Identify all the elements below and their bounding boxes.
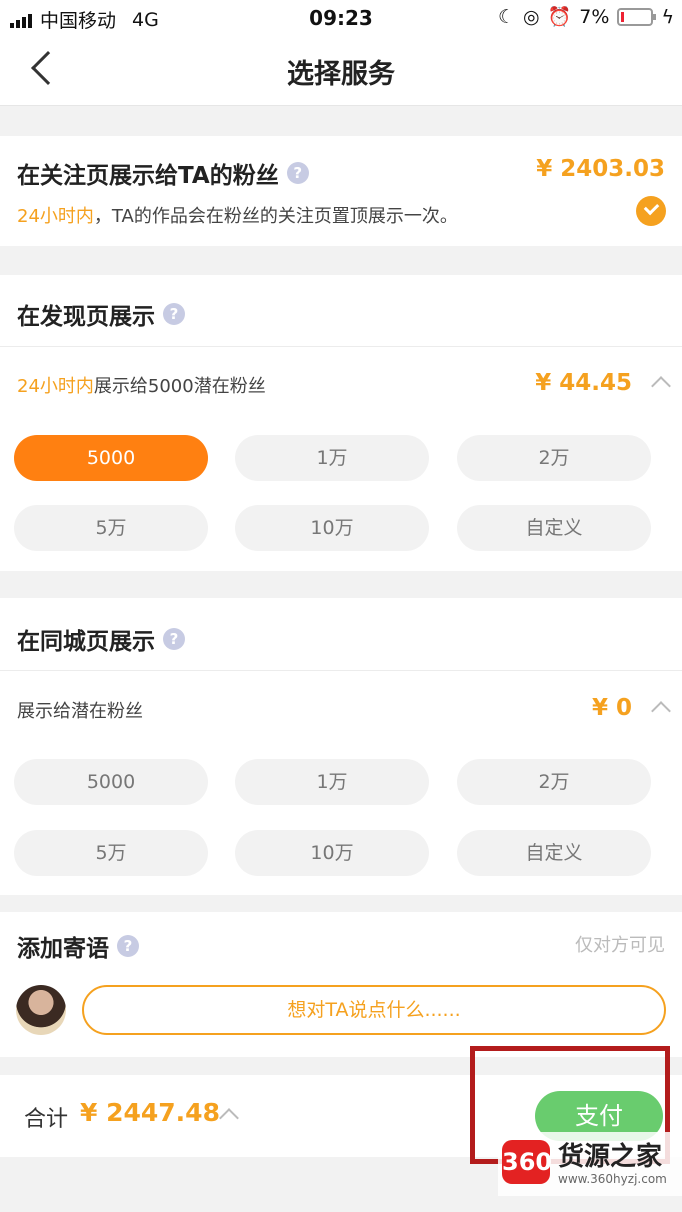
divider — [0, 346, 682, 347]
status-right: ☾ ◎ ⏰ 7% ϟ — [497, 5, 674, 29]
city-section-title: 在同城页展示 ? — [17, 622, 185, 656]
divider — [0, 670, 682, 671]
selected-check-icon[interactable] — [636, 196, 666, 226]
page-title: 选择服务 — [287, 59, 395, 90]
city-title-text: 在同城页展示 — [17, 629, 155, 655]
message-title-text: 添加寄语 — [17, 936, 109, 962]
follow-section[interactable]: 在关注页展示给TA的粉丝 ? ¥ 2403.03 24小时内，TA的作品会在粉丝… — [0, 136, 682, 246]
battery-percent: 7% — [579, 5, 610, 28]
city-option-5w[interactable]: 5万 — [14, 830, 208, 876]
discover-section-title: 在发现页展示 ? — [17, 297, 185, 331]
lock-rotation-icon: ◎ — [523, 5, 540, 28]
discover-option-5w[interactable]: 5万 — [14, 505, 208, 551]
follow-title-text: 在关注页展示给TA的粉丝 — [17, 163, 279, 189]
message-input[interactable]: 想对TA说点什么...... — [82, 985, 666, 1035]
moon-icon: ☾ — [497, 5, 516, 28]
watermark-name: 货源之家 — [558, 1142, 663, 1172]
discover-section: 在发现页展示 ? 24小时内展示给5000潜在粉丝 ¥ 44.45 5000 1… — [0, 275, 682, 571]
help-icon[interactable]: ? — [286, 162, 309, 184]
help-icon[interactable]: ? — [117, 935, 139, 957]
watermark-logo: 360 — [502, 1140, 552, 1184]
watermark-url: www.360hyzj.com — [558, 1172, 667, 1186]
charging-icon: ϟ — [661, 5, 674, 28]
help-icon[interactable]: ? — [163, 303, 185, 325]
city-option-10w[interactable]: 10万 — [235, 830, 429, 876]
city-section: 在同城页展示 ? 展示给潜在粉丝 ¥ 0 5000 1万 2万 5万 10万 自… — [0, 598, 682, 895]
city-price: ¥ 0 — [591, 695, 632, 721]
discover-sub-highlight: 24小时内 — [17, 376, 94, 397]
chevron-up-icon[interactable] — [219, 1108, 239, 1128]
follow-section-title: 在关注页展示给TA的粉丝 ? — [17, 156, 309, 190]
alarm-icon: ⏰ — [547, 6, 572, 28]
follow-desc-highlight: 24小时内 — [17, 206, 94, 227]
discover-subtitle: 24小时内展示给5000潜在粉丝 — [17, 372, 266, 398]
discover-sub-text: 展示给5000潜在粉丝 — [93, 376, 266, 397]
help-icon[interactable]: ? — [163, 628, 185, 650]
message-section-title: 添加寄语 ? — [17, 929, 139, 963]
total-label: 合计 — [24, 1107, 69, 1132]
discover-price: ¥ 44.45 — [535, 370, 632, 396]
follow-description: 24小时内，TA的作品会在粉丝的关注页置顶展示一次。 — [17, 202, 458, 228]
discover-option-2w[interactable]: 2万 — [457, 435, 651, 481]
status-bar: 中国移动 4G 09:23 ☾ ◎ ⏰ 7% ϟ — [0, 0, 682, 34]
discover-option-10w[interactable]: 10万 — [235, 505, 429, 551]
city-option-2w[interactable]: 2万 — [457, 759, 651, 805]
city-subtitle: 展示给潜在粉丝 — [17, 701, 143, 722]
discover-option-5000[interactable]: 5000 — [14, 435, 208, 481]
battery-icon — [617, 7, 657, 26]
watermark: 360 货源之家 www.360hyzj.com — [498, 1132, 682, 1196]
nav-bar: 选择服务 — [0, 34, 682, 106]
avatar — [16, 985, 66, 1035]
city-option-5000[interactable]: 5000 — [14, 759, 208, 805]
follow-desc-text: ，TA的作品会在粉丝的关注页置顶展示一次。 — [93, 206, 458, 227]
discover-title-text: 在发现页展示 — [17, 304, 155, 330]
discover-option-custom[interactable]: 自定义 — [457, 505, 651, 551]
discover-option-1w[interactable]: 1万 — [235, 435, 429, 481]
chevron-up-icon[interactable] — [651, 376, 671, 396]
city-option-1w[interactable]: 1万 — [235, 759, 429, 805]
visibility-note: 仅对方可见 — [575, 935, 665, 956]
city-option-custom[interactable]: 自定义 — [457, 830, 651, 876]
total-price: ¥ 2447.48 — [80, 1098, 220, 1127]
chevron-up-icon[interactable] — [651, 701, 671, 721]
follow-price: ¥ 2403.03 — [536, 156, 665, 182]
